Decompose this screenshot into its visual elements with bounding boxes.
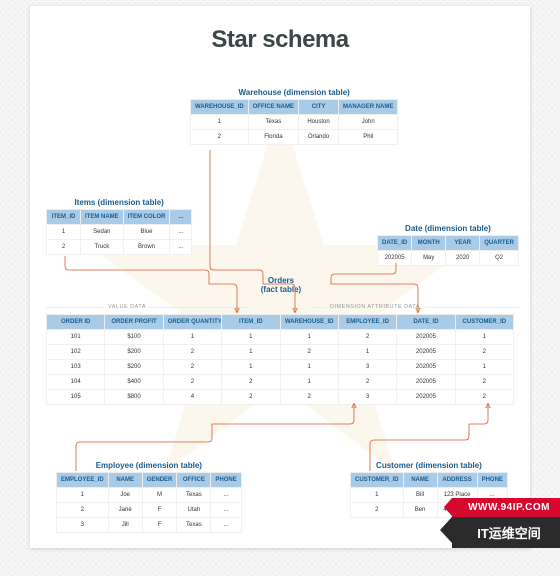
table-row: 101$10011122020051 [47, 330, 514, 345]
employee-col: EMPLOYEE_ID [57, 473, 109, 488]
items-table: ITEM_ID ITEM NAME ITEM COLOR ... 1SedanB… [46, 209, 192, 255]
warehouse-col: WAREHOUSE_ID [191, 100, 249, 115]
customer-title: Customer (dimension table) [350, 461, 508, 470]
table-row: 103$20021132020051 [47, 360, 514, 375]
warehouse-title: Warehouse (dimension table) [190, 88, 398, 97]
date-col: DATE_ID [378, 236, 412, 251]
items-title: Items (dimension table) [46, 198, 192, 207]
orders-title: Orders (fact table) [251, 276, 311, 294]
date-col: QUARTER [480, 236, 519, 251]
ribbon: WWW.94IP.COM IT运维空间 [452, 498, 560, 548]
date-table: DATE_ID MONTH YEAR QUARTER 202005May2020… [377, 235, 519, 266]
date-col: MONTH [412, 236, 446, 251]
employee-col: PHONE [211, 473, 241, 488]
customer-col: NAME [403, 473, 437, 488]
table-row: 2TruckBrown... [47, 240, 192, 255]
orders-col: DATE_ID [397, 315, 455, 330]
table-row: 105$80042232020052 [47, 390, 514, 405]
date-col: YEAR [446, 236, 480, 251]
employee-col: OFFICE [177, 473, 211, 488]
orders-title-box: Orders (fact table) [251, 276, 311, 296]
items-col: ITEM_ID [47, 210, 81, 225]
table-row: 1JoeMTexas... [57, 488, 242, 503]
value-data-label: VALUE DATA [108, 304, 146, 310]
items-table-box: Items (dimension table) ITEM_ID ITEM NAM… [46, 198, 192, 255]
table-row: 2FloridaOrlandoPhil [191, 130, 398, 145]
ribbon-url: WWW.94IP.COM [452, 498, 560, 517]
table-row: 2JaneFUtah... [57, 503, 242, 518]
table-row: 1SedanBlue... [47, 225, 192, 240]
warehouse-table-box: Warehouse (dimension table) WAREHOUSE_ID… [190, 88, 398, 145]
orders-col: ORDER QUANTITY [163, 315, 221, 330]
orders-table-box: ORDER ID ORDER PROFIT ORDER QUANTITY ITE… [46, 314, 514, 405]
employee-table: EMPLOYEE_ID NAME GENDER OFFICE PHONE 1Jo… [56, 472, 242, 533]
warehouse-col: OFFICE NAME [248, 100, 298, 115]
items-col: ITEM NAME [81, 210, 124, 225]
table-row: 104$40022122020052 [47, 375, 514, 390]
orders-col: ORDER ID [47, 315, 105, 330]
warehouse-col: MANAGER NAME [339, 100, 398, 115]
employee-col: NAME [108, 473, 142, 488]
customer-col: PHONE [477, 473, 507, 488]
orders-col: ORDER PROFIT [105, 315, 163, 330]
customer-col: ADDRESS [437, 473, 477, 488]
table-row: 3JillFTexas... [57, 518, 242, 533]
items-col: ITEM COLOR [123, 210, 170, 225]
date-title: Date (dimension table) [377, 224, 519, 233]
table-row: 102$20021212020052 [47, 345, 514, 360]
customer-col: CUSTOMER_ID [351, 473, 404, 488]
date-table-box: Date (dimension table) DATE_ID MONTH YEA… [377, 224, 519, 266]
orders-col: ITEM_ID [222, 315, 280, 330]
dimension-data-label: DIMENSION ATTRIBUTE DATA [330, 304, 420, 310]
orders-table: ORDER ID ORDER PROFIT ORDER QUANTITY ITE… [46, 314, 514, 405]
items-col: ... [170, 210, 192, 225]
warehouse-table: WAREHOUSE_ID OFFICE NAME CITY MANAGER NA… [190, 99, 398, 145]
employee-title: Employee (dimension table) [56, 461, 242, 470]
ribbon-brand: IT运维空间 [452, 517, 560, 548]
warehouse-col: CITY [299, 100, 339, 115]
page-title: Star schema [30, 26, 530, 54]
orders-col: EMPLOYEE_ID [338, 315, 396, 330]
employee-table-box: Employee (dimension table) EMPLOYEE_ID N… [56, 461, 242, 533]
employee-col: GENDER [142, 473, 177, 488]
orders-col: WAREHOUSE_ID [280, 315, 338, 330]
diagram-page: Star schema Warehouse (dimension table) … [30, 6, 530, 548]
orders-col: CUSTOMER_ID [455, 315, 513, 330]
table-row: 1TexasHoustonJohn [191, 115, 398, 130]
table-row: 202005May2020Q2 [378, 251, 519, 266]
